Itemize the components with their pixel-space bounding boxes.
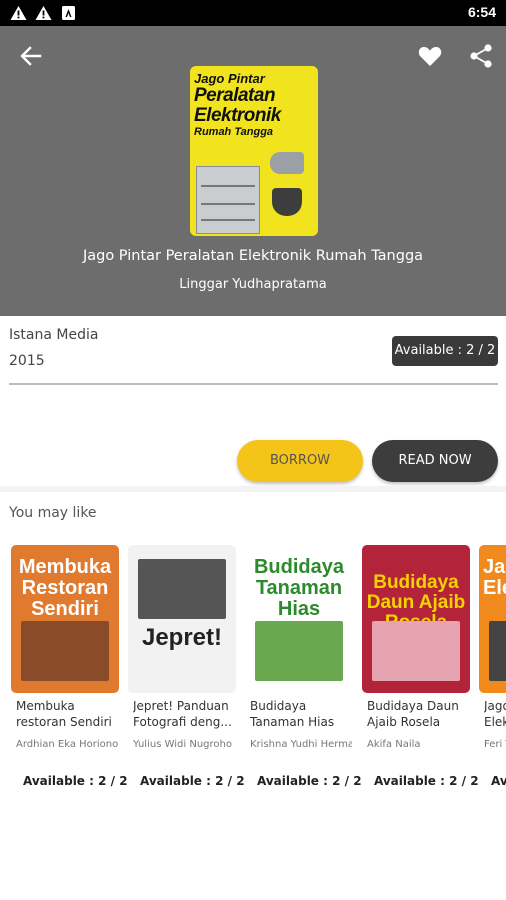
recommendation-cover: Membuka Restoran Sendiri [11, 545, 119, 693]
recommendation-author: Ardhian Eka Horiono [16, 739, 118, 750]
share-icon[interactable] [468, 43, 494, 69]
book-title: Jago Pintar Peralatan Elektronik Rumah T… [82, 248, 424, 264]
recommendation-title: Budidaya Daun Ajaib Rosela [367, 699, 459, 729]
recommendations-list[interactable]: Membuka Restoran Sendiri Membuka restora… [0, 536, 506, 796]
recommendation-availability: Available : 2 / 2 [491, 774, 506, 788]
recommendation-title: Budidaya Tanaman Hias [250, 699, 335, 729]
you-may-like-title: You may like [9, 505, 97, 521]
recommendation-card[interactable]: Jago Elektronik Jago Elektr... Feri T...… [479, 536, 506, 796]
arrow-left-icon[interactable] [18, 43, 44, 69]
recommendation-card[interactable]: Budidaya Daun Ajaib Rosela Budidaya Daun… [362, 536, 479, 796]
recommendation-availability: Available : 2 / 2 [23, 774, 128, 788]
status-icons [10, 5, 77, 21]
recommendation-cover: Jepret! [128, 545, 236, 693]
book-cover: Jago Pintar Peralatan Elektronik Rumah T… [190, 66, 318, 236]
recommendation-author: Krishna Yudhi Hermawan [250, 739, 352, 750]
recommendation-availability: Available : 2 / 2 [140, 774, 245, 788]
recommendation-cover: Budidaya Daun Ajaib Rosela [362, 545, 470, 693]
recommendation-title: Membuka restoran Sendiri [16, 699, 112, 729]
cover-title: Jago Pintar Peralatan Elektronik Rumah T… [194, 71, 281, 139]
book-year: 2015 [9, 353, 45, 369]
divider [9, 383, 498, 385]
warning-icon [10, 6, 27, 20]
cover-iron-art [270, 152, 304, 174]
recommendation-availability: Available : 2 / 2 [257, 774, 362, 788]
recommendation-author: Akifa Naila [367, 739, 421, 750]
heart-icon[interactable] [417, 43, 443, 69]
recommendation-author: Feri T... [484, 739, 506, 750]
recommendation-cover: Jago Elektronik [479, 545, 506, 693]
recommendation-title: Jago Elektr... [484, 699, 506, 729]
borrow-button[interactable]: BORROW [237, 440, 363, 482]
recommendation-author: Yulius Widi Nugroho [133, 739, 232, 750]
sim-icon [62, 6, 75, 20]
status-bar: 6:54 [0, 0, 506, 26]
section-separator [0, 486, 506, 492]
recommendation-card[interactable]: Membuka Restoran Sendiri Membuka restora… [11, 536, 128, 796]
book-publisher: Istana Media [9, 327, 99, 343]
cover-pot-art [272, 188, 302, 216]
recommendation-card[interactable]: Budidaya Tanaman Hias Budidaya Tanaman H… [245, 536, 362, 796]
warning-icon [35, 6, 52, 20]
read-now-button[interactable]: READ NOW [372, 440, 498, 482]
book-hero: Jago Pintar Peralatan Elektronik Rumah T… [0, 26, 506, 316]
recommendation-availability: Available : 2 / 2 [374, 774, 479, 788]
availability-badge: Available : 2 / 2 [392, 336, 498, 366]
status-time: 6:54 [467, 4, 496, 20]
recommendation-card[interactable]: Jepret! Jepret! Panduan Fotografi deng..… [128, 536, 245, 796]
cover-fridge-art [196, 166, 260, 234]
recommendation-cover: Budidaya Tanaman Hias [245, 545, 353, 693]
recommendation-title: Jepret! Panduan Fotografi deng... [133, 699, 232, 729]
book-author: Linggar Yudhapratama [179, 277, 327, 292]
